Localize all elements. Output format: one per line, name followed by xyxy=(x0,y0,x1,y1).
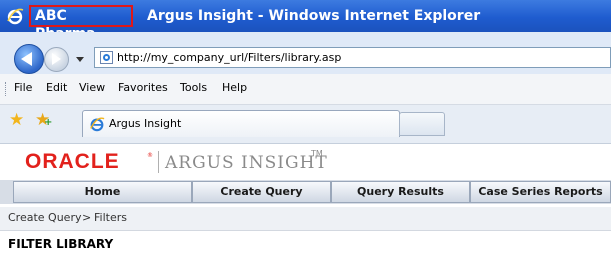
forward-button[interactable] xyxy=(44,47,69,72)
url-text: http://my_company_url/Filters/library.as… xyxy=(117,51,342,64)
menu-favorites[interactable]: Favorites xyxy=(118,80,168,96)
company-name-label: ABC Pharma xyxy=(29,5,133,42)
page-title: FILTER LIBRARY xyxy=(8,237,114,251)
internet-explorer-icon xyxy=(90,117,105,132)
breadcrumb xyxy=(0,207,611,231)
oracle-logo: ORACLE xyxy=(25,150,120,173)
browser-tab-argus-insight[interactable]: Argus Insight xyxy=(82,110,400,137)
back-arrow-icon xyxy=(21,52,32,66)
favorites-star-icon[interactable]: ★ xyxy=(9,111,24,129)
toolbar-grip xyxy=(5,82,8,96)
nav-tab-create-query[interactable]: Create Query xyxy=(192,181,331,203)
trademark-mark: TM xyxy=(311,149,323,158)
nav-tab-home[interactable]: Home xyxy=(13,181,192,203)
page-icon xyxy=(100,51,113,64)
menu-edit[interactable]: Edit xyxy=(46,80,67,96)
new-tab-button[interactable] xyxy=(399,112,445,136)
recent-pages-dropdown-icon[interactable] xyxy=(76,57,84,62)
logo-divider xyxy=(158,151,159,173)
breadcrumb-create-query[interactable]: Create Query xyxy=(8,210,81,226)
breadcrumb-filters: Filters xyxy=(94,211,127,224)
menu-help[interactable]: Help xyxy=(222,80,247,96)
address-input[interactable]: http://my_company_url/Filters/library.as… xyxy=(94,47,611,68)
internet-explorer-icon xyxy=(7,8,24,25)
menu-view[interactable]: View xyxy=(79,80,105,96)
browser-tab-title: Argus Insight xyxy=(109,117,182,130)
nav-tab-case-series-reports[interactable]: Case Series Reports xyxy=(470,181,611,203)
breadcrumb-separator: > xyxy=(82,211,92,224)
forward-arrow-icon xyxy=(52,53,61,65)
window-title: Argus Insight - Windows Internet Explore… xyxy=(147,8,481,24)
back-button[interactable] xyxy=(14,44,44,74)
nav-tab-query-results[interactable]: Query Results xyxy=(331,181,470,203)
registered-mark: ® xyxy=(147,152,153,159)
add-plus-icon: + xyxy=(44,117,53,128)
menu-tools[interactable]: Tools xyxy=(180,80,207,96)
menu-file[interactable]: File xyxy=(14,80,32,96)
product-name: ARGUS INSIGHT xyxy=(165,153,328,173)
